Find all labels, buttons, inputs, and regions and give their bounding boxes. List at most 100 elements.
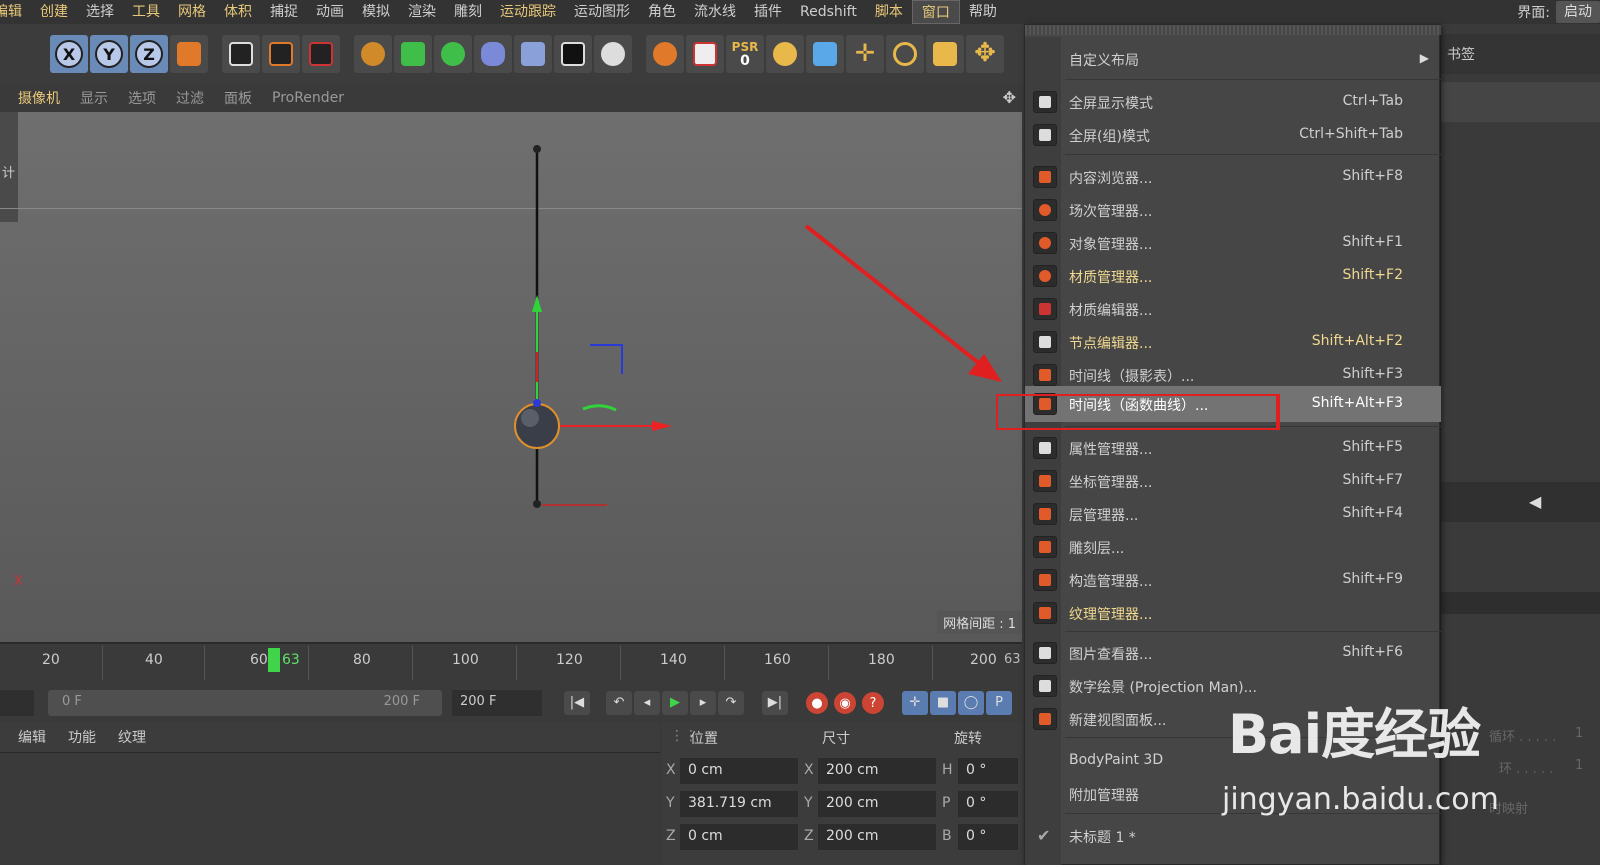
menu-script[interactable]: 脚本 <box>866 0 912 24</box>
psr-button[interactable]: PSR 0 <box>726 35 764 73</box>
material-manager-body[interactable] <box>0 752 660 865</box>
menu-item-layer-manager[interactable]: 层管理器... Shift+F4 <box>1025 498 1441 530</box>
menu-item-custom-layouts[interactable]: 自定义布局 ▶ <box>1025 43 1441 75</box>
tab-function[interactable]: 功能 <box>60 727 104 747</box>
vp-menu-panel[interactable]: 面板 <box>214 88 262 108</box>
loop-back-button[interactable]: ↶ <box>606 691 632 715</box>
vp-menu-options[interactable]: 选项 <box>118 88 166 108</box>
menu-mesh[interactable]: 网格 <box>169 0 215 24</box>
menu-pipeline[interactable]: 流水线 <box>685 0 745 24</box>
menu-item-texture-manager[interactable]: 纹理管理器... <box>1025 597 1441 629</box>
end-frame-field[interactable]: 200 F <box>452 690 542 716</box>
record-keyframe-button[interactable]: ● <box>806 692 828 714</box>
layout-dropdown[interactable]: 启动 <box>1556 1 1600 23</box>
y-axis-lock-button[interactable]: Y <box>90 35 128 73</box>
playhead-marker[interactable] <box>268 648 280 672</box>
size-y-field[interactable]: 200 cm <box>818 791 936 817</box>
menu-item-fullscreen[interactable]: 全屏显示模式 Ctrl+Tab <box>1025 86 1441 118</box>
tab-texture[interactable]: 纹理 <box>110 727 154 747</box>
menu-item-sculpt-layers[interactable]: 雕刻层... <box>1025 531 1441 563</box>
viewport-move-icon[interactable]: ✥ <box>1003 88 1016 107</box>
vp-menu-filter[interactable]: 过滤 <box>166 88 214 108</box>
menu-item-picture-viewer[interactable]: 图片查看器... Shift+F6 <box>1025 637 1441 669</box>
menu-redshift[interactable]: Redshift <box>791 0 866 24</box>
light-button[interactable] <box>594 35 632 73</box>
bookmarks-tab[interactable]: 书签 <box>1441 34 1600 74</box>
menu-snap[interactable]: 捕捉 <box>261 0 307 24</box>
menu-character[interactable]: 角色 <box>639 0 685 24</box>
menu-tools[interactable]: 工具 <box>123 0 169 24</box>
pos-y-field[interactable]: 381.719 cm <box>680 791 798 817</box>
menu-tearoff-grip[interactable] <box>1025 25 1441 35</box>
menu-item-coordinate-manager[interactable]: 坐标管理器... Shift+F7 <box>1025 465 1441 497</box>
pos-x-field[interactable]: 0 cm <box>680 758 798 784</box>
menu-item-fullscreen-group[interactable]: 全屏(组)模式 Ctrl+Shift+Tab <box>1025 119 1441 151</box>
menu-item-content-browser[interactable]: 内容浏览器... Shift+F8 <box>1025 161 1441 193</box>
menu-sculpt[interactable]: 雕刻 <box>445 0 491 24</box>
key-parameter-button[interactable]: P <box>986 691 1012 715</box>
subdivision-button[interactable] <box>434 35 472 73</box>
cube-primitive-button[interactable] <box>394 35 432 73</box>
menu-mograph[interactable]: 运动图形 <box>565 0 639 24</box>
auto-key-button[interactable]: ◉ <box>834 692 856 714</box>
key-selection-button[interactable]: ? <box>862 692 884 714</box>
rot-b-field[interactable]: 0 ° <box>958 824 1018 850</box>
loop-forward-button[interactable]: ↷ <box>718 691 744 715</box>
x-axis-lock-button[interactable]: X <box>50 35 88 73</box>
render-view-button[interactable] <box>222 35 260 73</box>
timeline-ruler[interactable]: 20 40 60 80 100 120 140 160 180 200 63 6… <box>0 642 1022 682</box>
menu-item-object-manager[interactable]: 对象管理器... Shift+F1 <box>1025 227 1441 259</box>
size-x-field[interactable]: 200 cm <box>818 758 936 784</box>
object-mode-button[interactable] <box>806 35 844 73</box>
key-rotation-button[interactable]: ◯ <box>958 691 984 715</box>
start-frame-field[interactable] <box>0 690 34 716</box>
size-z-field[interactable]: 200 cm <box>818 824 936 850</box>
menu-item-material-editor[interactable]: 材质编辑器... <box>1025 293 1441 325</box>
key-position-button[interactable]: ✛ <box>902 691 928 715</box>
rot-h-field[interactable]: 0 ° <box>958 758 1018 784</box>
menu-item-node-editor[interactable]: 节点编辑器... Shift+Alt+F2 <box>1025 326 1441 358</box>
menu-item-structure-manager[interactable]: 构造管理器... Shift+F9 <box>1025 564 1441 596</box>
texture-mode-button[interactable] <box>686 35 724 73</box>
menu-motion-tracker[interactable]: 运动跟踪 <box>491 0 565 24</box>
menu-select[interactable]: 选择 <box>77 0 123 24</box>
coordinate-system-button[interactable] <box>170 35 208 73</box>
vp-menu-camera[interactable]: 摄像机 <box>8 88 70 108</box>
deformer-button[interactable] <box>474 35 512 73</box>
menu-plugins[interactable]: 插件 <box>745 0 791 24</box>
point-mode-button[interactable] <box>646 35 684 73</box>
menu-simulate[interactable]: 模拟 <box>353 0 399 24</box>
menu-create[interactable]: 创建 <box>31 0 77 24</box>
step-back-button[interactable]: ◂ <box>634 691 660 715</box>
menu-volume[interactable]: 体积 <box>215 0 261 24</box>
step-forward-button[interactable]: ▸ <box>690 691 716 715</box>
z-axis-lock-button[interactable]: Z <box>130 35 168 73</box>
preview-range-slider[interactable]: 0 F 200 F <box>48 690 442 716</box>
render-picture-viewer-button[interactable] <box>262 35 300 73</box>
play-button[interactable]: ▶ <box>662 691 688 715</box>
back-arrow-icon[interactable]: ◀ <box>1529 492 1541 511</box>
menu-render[interactable]: 渲染 <box>399 0 445 24</box>
rot-p-field[interactable]: 0 ° <box>958 791 1018 817</box>
3d-viewport[interactable]: 计 X 网格间距 : 1 <box>0 112 1022 642</box>
menu-window[interactable]: 窗口 <box>911 0 960 24</box>
move-tool-button[interactable]: ✛ <box>846 35 884 73</box>
menu-item-take-manager[interactable]: 场次管理器... <box>1025 194 1441 226</box>
menu-animate[interactable]: 动画 <box>307 0 353 24</box>
move-all-tool-button[interactable]: ✥ <box>966 35 1004 73</box>
scale-tool-button[interactable] <box>926 35 964 73</box>
snap-axis-button[interactable] <box>766 35 804 73</box>
pen-tool-button[interactable] <box>354 35 392 73</box>
rotate-tool-button[interactable] <box>886 35 924 73</box>
floor-button[interactable] <box>514 35 552 73</box>
pos-z-field[interactable]: 0 cm <box>680 824 798 850</box>
go-to-end-button[interactable]: ▶| <box>762 691 788 715</box>
menu-item-material-manager[interactable]: 材质管理器... Shift+F2 <box>1025 260 1441 292</box>
vp-menu-prorender[interactable]: ProRender <box>262 90 354 106</box>
menu-help[interactable]: 帮助 <box>960 0 1006 24</box>
tab-edit[interactable]: 编辑 <box>10 727 54 747</box>
go-to-start-button[interactable]: |◀ <box>564 691 590 715</box>
menu-item-attribute-manager[interactable]: 属性管理器... Shift+F5 <box>1025 432 1441 464</box>
key-scale-button[interactable]: ■ <box>930 691 956 715</box>
vp-menu-display[interactable]: 显示 <box>70 88 118 108</box>
